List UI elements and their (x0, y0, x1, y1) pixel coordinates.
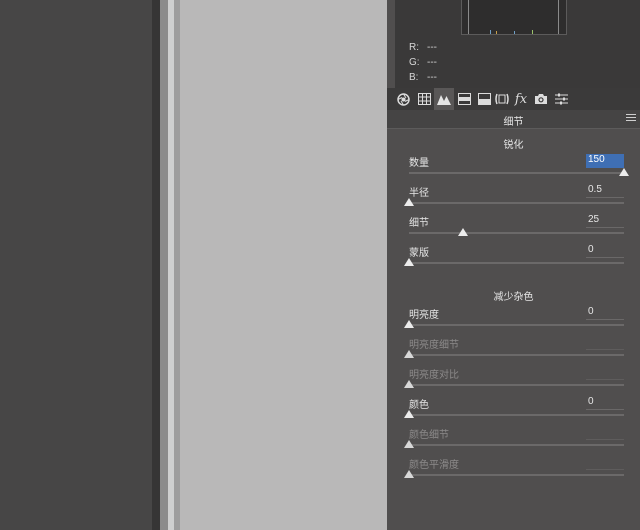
amount-slider-row: 数量 150 (409, 154, 629, 182)
color-detail-slider-row: 颜色细节 (404, 426, 624, 454)
histogram-spike (496, 31, 497, 34)
aperture-icon (396, 92, 410, 106)
amount-slider-thumb[interactable] (619, 168, 629, 176)
color-smoothness-slider-thumb (404, 470, 414, 478)
g-value: --- (427, 57, 437, 68)
b-readout: B: --- (409, 72, 437, 83)
color-detail-slider-track (409, 444, 624, 446)
panel-header: 细节 (387, 110, 640, 129)
b-label: B: (409, 72, 419, 83)
luminance-slider-track[interactable] (409, 324, 624, 326)
luminance-detail-slider-track (409, 354, 624, 356)
histogram-spike (468, 0, 469, 34)
histogram-plot (461, 0, 567, 35)
color-slider-row: 颜色 0 (404, 396, 624, 424)
color-detail-input (586, 426, 624, 440)
grid-icon (417, 93, 431, 105)
color-input[interactable]: 0 (586, 396, 624, 410)
mountain-icon (437, 95, 451, 105)
histogram (395, 0, 640, 38)
tab-tone-curve[interactable] (414, 88, 434, 110)
tab-camera-calibration[interactable] (531, 88, 551, 110)
radius-slider-thumb[interactable] (404, 198, 414, 206)
radius-slider-row: 半径 0.5 (404, 184, 624, 212)
tab-detail[interactable] (434, 88, 454, 110)
luminance-contrast-slider-row: 明亮度对比 (404, 366, 624, 394)
detail-input[interactable]: 25 (586, 214, 624, 228)
masking-slider-track[interactable] (409, 262, 624, 264)
tab-split-toning[interactable] (474, 88, 494, 110)
luminance-detail-input (586, 336, 624, 350)
camera-icon (535, 94, 547, 104)
g-readout: G: --- (409, 57, 437, 68)
luminance-slider-row: 明亮度 0 (404, 306, 624, 334)
masking-input[interactable]: 0 (586, 244, 624, 258)
luminance-input[interactable]: 0 (586, 306, 624, 320)
b-value: --- (427, 72, 437, 83)
color-slider-track[interactable] (409, 414, 624, 416)
masking-slider-row: 蒙版 0 (404, 244, 624, 272)
rgb-readout: R: --- G: --- B: --- (395, 38, 640, 88)
luminance-detail-slider-thumb (404, 350, 414, 358)
color-smoothness-input (586, 456, 624, 470)
detail-slider-thumb[interactable] (457, 228, 468, 236)
split-toning-icon (477, 93, 491, 105)
fx-icon: fx (514, 91, 528, 107)
panel-title: 细节 (503, 117, 524, 128)
tab-basic-aperture[interactable] (393, 88, 413, 110)
luminance-contrast-slider-thumb (404, 380, 414, 388)
histogram-spike (532, 30, 533, 34)
panel-tabs: fx (387, 88, 640, 110)
r-value: --- (427, 42, 437, 53)
luminance-detail-label: 明亮度细节 (409, 340, 459, 351)
histogram-spike (490, 30, 491, 34)
hsl-icon (457, 93, 471, 105)
panel-divider (152, 0, 160, 530)
tab-lens-corrections[interactable] (492, 88, 512, 110)
radius-slider-track[interactable] (409, 202, 624, 204)
detail-slider-track[interactable] (409, 232, 624, 234)
luminance-slider-thumb[interactable] (404, 320, 414, 328)
color-detail-slider-thumb (404, 440, 414, 448)
masking-label: 蒙版 (409, 248, 429, 259)
r-readout: R: --- (409, 42, 437, 53)
luminance-contrast-input (586, 366, 624, 380)
color-smoothness-slider-track (409, 474, 624, 476)
radius-label: 半径 (409, 188, 429, 199)
tab-hsl[interactable] (454, 88, 474, 110)
left-panel (0, 0, 152, 530)
noise-reduction-title: 减少杂色 (493, 292, 534, 303)
histogram-spike (514, 31, 515, 34)
luminance-contrast-label: 明亮度对比 (409, 370, 459, 381)
scrollbar-track[interactable] (160, 0, 168, 530)
panel-menu-icon[interactable] (626, 114, 636, 124)
lens-icon (495, 93, 509, 105)
sliders-icon (554, 93, 568, 105)
luminance-label: 明亮度 (409, 310, 439, 321)
image-canvas[interactable] (180, 0, 387, 530)
detail-slider-row: 细节 25 (409, 214, 624, 242)
sharpening-title: 锐化 (503, 140, 524, 151)
right-panel: R: --- G: --- B: --- fx 细节 锐化 数量 150 半径 … (387, 0, 640, 530)
color-label: 颜色 (409, 400, 429, 411)
tab-effects[interactable]: fx (511, 88, 531, 110)
g-label: G: (409, 57, 420, 68)
radius-input[interactable]: 0.5 (586, 184, 624, 198)
tab-presets[interactable] (551, 88, 571, 110)
r-label: R: (409, 42, 419, 53)
luminance-detail-slider-row: 明亮度细节 (404, 336, 624, 364)
detail-label: 细节 (409, 218, 429, 229)
masking-slider-thumb[interactable] (404, 258, 414, 266)
color-detail-label: 颜色细节 (409, 430, 449, 441)
amount-input[interactable]: 150 (586, 154, 624, 168)
luminance-contrast-slider-track (409, 384, 624, 386)
color-smoothness-label: 颜色平滑度 (409, 460, 459, 471)
color-slider-thumb[interactable] (404, 410, 414, 418)
histogram-spike (558, 0, 559, 34)
color-smoothness-slider-row: 颜色平滑度 (404, 456, 624, 484)
amount-label: 数量 (409, 158, 429, 169)
amount-slider-track[interactable] (409, 172, 624, 174)
